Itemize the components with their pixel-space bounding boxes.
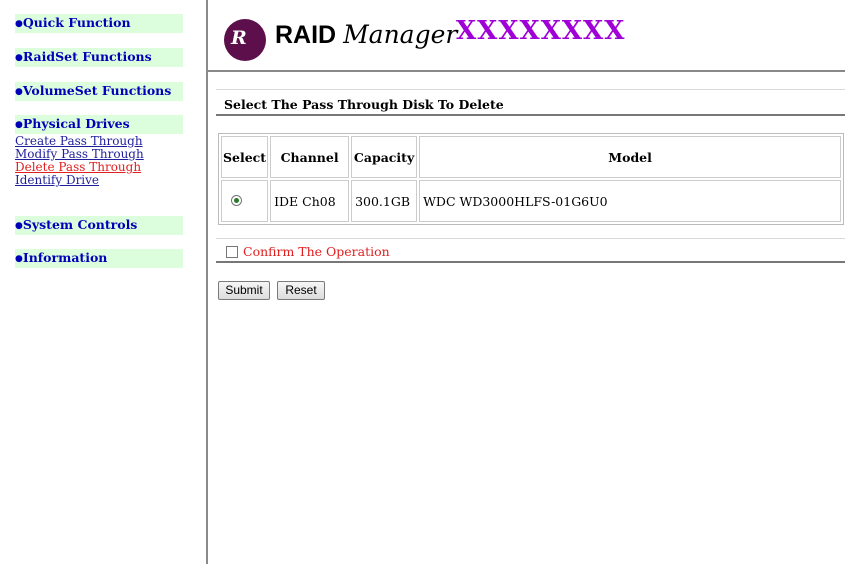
raid-manager-logo-icon: R — [224, 19, 266, 61]
table-header-row: Select Channel Capacity Model — [221, 136, 842, 178]
capacity-cell: 300.1GB — [351, 180, 418, 222]
confirm-operation-checkbox[interactable] — [226, 246, 238, 258]
sidebar-section-volumeset-functions[interactable]: ●VolumeSet Functions — [15, 82, 183, 101]
bullet-icon: ● — [15, 221, 23, 231]
sidebar-section-information[interactable]: ●Information — [15, 249, 183, 268]
sidebar-section-system-controls[interactable]: ●System Controls — [15, 216, 183, 235]
column-header-model: Model — [419, 136, 842, 178]
column-header-select: Select — [221, 136, 269, 178]
sidebar-section-label: Quick Function — [22, 15, 131, 30]
app-logo-text: RAID Manager — [275, 20, 457, 50]
sidebar-section-label: Physical Drives — [22, 116, 130, 131]
select-cell — [221, 180, 269, 222]
sidebar-section-physical-drives[interactable]: ●Physical Drives — [15, 115, 183, 134]
header: R RAID Manager XXXXXXXX — [208, 0, 845, 72]
controller-model-name: XXXXXXXX — [456, 16, 626, 46]
sidebar-section-raidset-functions[interactable]: ●RaidSet Functions — [15, 48, 183, 67]
sidebar-section-label: System Controls — [22, 217, 138, 232]
section-title-bar: Select The Pass Through Disk To Delete — [216, 89, 845, 116]
page-title: Select The Pass Through Disk To Delete — [224, 97, 504, 112]
sidebar-section-label: VolumeSet Functions — [22, 83, 172, 98]
model-cell: WDC WD3000HLFS-01G6U0 — [419, 180, 842, 222]
bullet-icon: ● — [15, 120, 23, 130]
reset-button[interactable]: Reset — [277, 281, 325, 300]
logo-text-raid: RAID — [275, 21, 337, 49]
sidebar-section-label: RaidSet Functions — [22, 49, 152, 64]
logo-text-manager: Manager — [343, 20, 458, 49]
bullet-icon: ● — [15, 87, 23, 97]
bullet-icon: ● — [15, 53, 23, 63]
bullet-icon: ● — [15, 19, 23, 29]
sidebar-section-label: Information — [22, 250, 108, 265]
column-header-capacity: Capacity — [351, 136, 418, 178]
submit-button[interactable]: Submit — [218, 281, 270, 300]
sidebar-link-identify-drive[interactable]: Identify Drive — [15, 174, 99, 187]
confirm-operation-label[interactable]: Confirm The Operation — [243, 244, 390, 259]
table-row: IDE Ch08 300.1GB WDC WD3000HLFS-01G6U0 — [221, 180, 842, 222]
channel-cell: IDE Ch08 — [270, 180, 350, 222]
sidebar: ●Quick Function ●RaidSet Functions ●Volu… — [0, 0, 208, 564]
sidebar-section-quick-function[interactable]: ●Quick Function — [15, 14, 183, 33]
confirm-bar: Confirm The Operation — [216, 238, 845, 263]
pass-through-table: Select Channel Capacity Model IDE Ch08 3… — [218, 133, 845, 225]
column-header-channel: Channel — [270, 136, 350, 178]
logo-initials: R — [231, 27, 247, 49]
select-disk-radio[interactable] — [231, 194, 242, 206]
bullet-icon: ● — [15, 254, 23, 264]
